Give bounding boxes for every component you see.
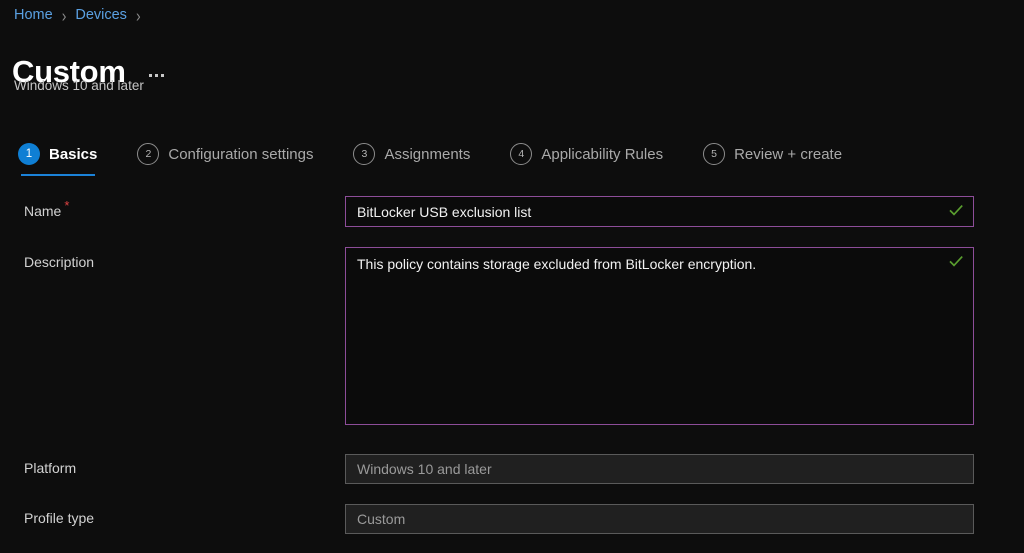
tab-basics[interactable]: 1 Basics: [18, 140, 97, 176]
tab-step-number: 5: [703, 143, 725, 165]
profile-type-label: Profile type: [0, 504, 345, 526]
tab-label: Configuration settings: [168, 146, 313, 163]
platform-label-text: Platform: [24, 460, 76, 476]
tab-step-number: 1: [18, 143, 40, 165]
platform-label: Platform: [0, 454, 345, 476]
description-label-text: Description: [24, 254, 94, 270]
breadcrumb-item-home[interactable]: Home: [14, 8, 53, 23]
required-indicator: *: [64, 198, 69, 213]
tab-label: Basics: [49, 146, 97, 163]
tab-step-number: 3: [353, 143, 375, 165]
form-row-description: Description: [0, 247, 1024, 430]
tab-label: Review + create: [734, 146, 842, 163]
profile-type-field-wrapper: [345, 504, 974, 534]
tab-review-create[interactable]: 5 Review + create: [703, 140, 842, 176]
breadcrumb-item-devices[interactable]: Devices: [75, 8, 127, 23]
profile-type-label-text: Profile type: [24, 510, 94, 526]
page-header: Custom: [12, 35, 167, 108]
platform-input: [345, 454, 974, 484]
form-row-platform: Platform: [0, 454, 1024, 484]
chevron-right-icon: ›: [62, 6, 67, 24]
tab-step-number: 2: [137, 143, 159, 165]
description-field-wrapper: [345, 247, 974, 430]
ellipsis-icon[interactable]: [146, 70, 167, 81]
name-label: Name*: [0, 196, 345, 219]
tab-configuration-settings[interactable]: 2 Configuration settings: [137, 140, 313, 176]
tab-label: Assignments: [384, 146, 470, 163]
ellipsis-dot: [149, 74, 152, 77]
platform-field-wrapper: [345, 454, 974, 484]
form-row-name: Name*: [0, 196, 1024, 227]
name-field-wrapper: [345, 196, 974, 227]
form-row-profile-type: Profile type: [0, 504, 1024, 534]
ellipsis-dot: [155, 74, 158, 77]
profile-type-input: [345, 504, 974, 534]
wizard-tabs: 1 Basics 2 Configuration settings 3 Assi…: [18, 140, 882, 182]
breadcrumb: Home › Devices ›: [14, 4, 150, 26]
ellipsis-dot: [161, 74, 164, 77]
name-input[interactable]: [345, 196, 974, 227]
tab-step-number: 4: [510, 143, 532, 165]
description-textarea[interactable]: [345, 247, 974, 425]
tab-label: Applicability Rules: [541, 146, 663, 163]
page-subtitle: Windows 10 and later: [14, 78, 144, 93]
chevron-right-icon: ›: [136, 6, 141, 24]
tab-assignments[interactable]: 3 Assignments: [353, 140, 470, 176]
tab-applicability-rules[interactable]: 4 Applicability Rules: [510, 140, 663, 176]
description-label: Description: [0, 247, 345, 270]
name-label-text: Name: [24, 203, 61, 219]
basics-form: Name* Description Platform: [0, 196, 1024, 534]
